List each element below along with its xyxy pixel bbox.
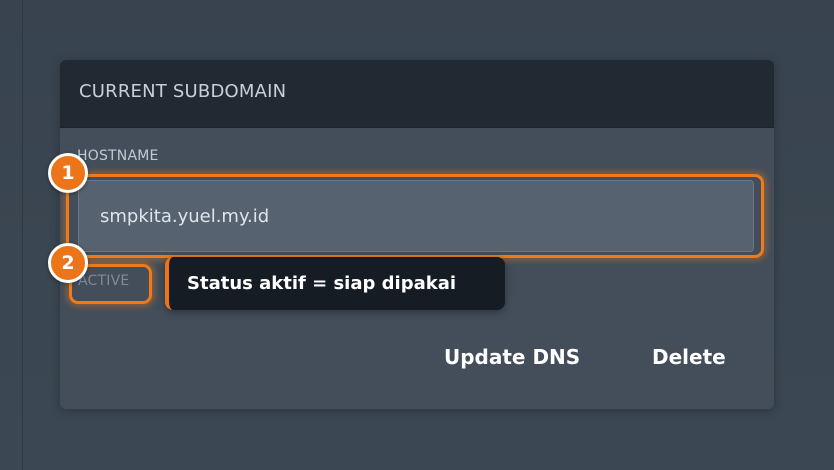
step-marker-1: 1 bbox=[48, 153, 88, 193]
update-dns-button[interactable]: Update DNS bbox=[444, 345, 580, 369]
card-header: CURRENT SUBDOMAIN bbox=[60, 60, 774, 128]
hostname-highlight bbox=[66, 174, 764, 258]
left-divider bbox=[22, 0, 23, 470]
card-title: CURRENT SUBDOMAIN bbox=[79, 81, 287, 102]
status-tooltip: Status aktif = siap dipakai bbox=[165, 257, 505, 310]
hostname-label: HOSTNAME bbox=[77, 148, 159, 164]
step-marker-2: 2 bbox=[48, 243, 88, 283]
delete-button[interactable]: Delete bbox=[652, 345, 726, 369]
